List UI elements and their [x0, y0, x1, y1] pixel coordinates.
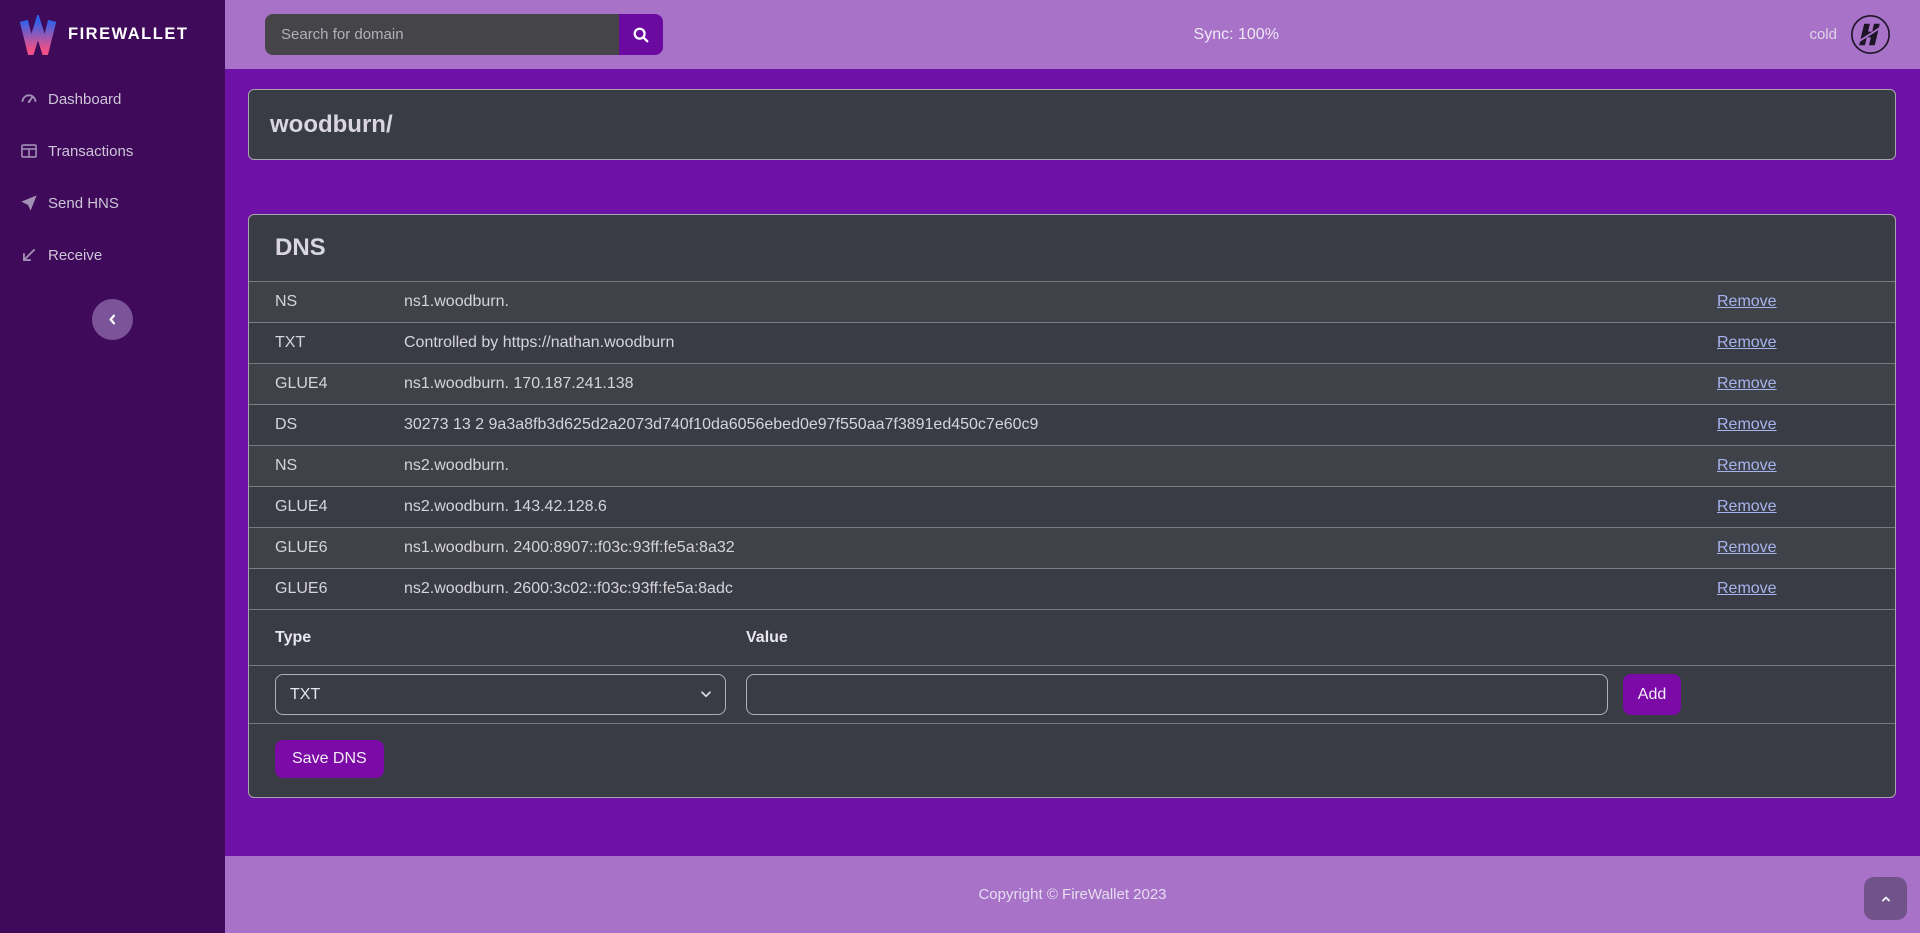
- dns-record-row: NS ns1.woodburn. Remove: [249, 282, 1895, 323]
- chevron-up-icon: [1879, 892, 1893, 906]
- dns-add-record-form: TXT Add: [249, 666, 1895, 724]
- dns-card: DNS NS ns1.woodburn. Remove TXT Controll…: [248, 214, 1896, 798]
- search-button[interactable]: [619, 14, 663, 55]
- record-value: ns2.woodburn.: [404, 457, 1717, 475]
- dns-card-title: DNS: [249, 215, 1895, 281]
- record-value: ns1.woodburn.: [404, 293, 1717, 311]
- topbar: Sync: 100% cold: [225, 0, 1920, 69]
- search-input[interactable]: [265, 14, 619, 55]
- dns-record-row: GLUE6 ns2.woodburn. 2600:3c02::f03c:93ff…: [249, 569, 1895, 610]
- remove-record-link[interactable]: Remove: [1717, 457, 1799, 475]
- type-column-header: Type: [275, 629, 746, 647]
- record-type: GLUE4: [275, 375, 404, 393]
- record-type: NS: [275, 293, 404, 311]
- gauge-icon: [20, 90, 38, 108]
- record-value: Controlled by https://nathan.woodburn: [404, 334, 1717, 352]
- sidebar-item-label: Send HNS: [48, 195, 119, 212]
- record-type-select-wrap: TXT: [275, 674, 726, 715]
- app-root: FIREWALLET Dashboard: [0, 0, 1920, 933]
- scroll-to-top-button[interactable]: [1864, 877, 1907, 920]
- record-type: DS: [275, 416, 404, 434]
- record-value: ns2.woodburn. 2600:3c02::f03c:93ff:fe5a:…: [404, 580, 1717, 598]
- record-type-select[interactable]: TXT: [275, 674, 726, 715]
- remove-record-link[interactable]: Remove: [1717, 334, 1799, 352]
- page-title: woodburn/: [270, 111, 393, 139]
- wallet-status-group: cold: [1809, 14, 1891, 55]
- record-value-input[interactable]: [746, 674, 1608, 715]
- wallet-mode-label: cold: [1809, 26, 1837, 43]
- sidebar-item-dashboard[interactable]: Dashboard: [0, 73, 225, 125]
- sidebar-collapse-button[interactable]: [92, 299, 133, 340]
- save-dns-button[interactable]: Save DNS: [275, 740, 384, 778]
- table-icon: [20, 142, 38, 160]
- sidebar-item-label: Transactions: [48, 143, 133, 160]
- record-type: GLUE4: [275, 498, 404, 516]
- record-type: GLUE6: [275, 539, 404, 557]
- sidebar-item-label: Receive: [48, 247, 102, 264]
- remove-record-link[interactable]: Remove: [1717, 293, 1799, 311]
- sidebar-nav: Dashboard Transactions S: [0, 69, 225, 281]
- remove-record-link[interactable]: Remove: [1717, 498, 1799, 516]
- brand[interactable]: FIREWALLET: [0, 0, 225, 69]
- remove-record-link[interactable]: Remove: [1717, 580, 1799, 598]
- dns-record-row: GLUE6 ns1.woodburn. 2400:8907::f03c:93ff…: [249, 528, 1895, 569]
- record-value: ns1.woodburn. 170.187.241.138: [404, 375, 1717, 393]
- sidebar-item-send-hns[interactable]: Send HNS: [0, 177, 225, 229]
- sync-status: Sync: 100%: [1194, 26, 1279, 44]
- receive-arrow-icon: [20, 246, 38, 264]
- record-value: ns2.woodburn. 143.42.128.6: [404, 498, 1717, 516]
- firewallet-logo-icon: [18, 15, 58, 55]
- brand-name: FIREWALLET: [68, 25, 188, 44]
- sidebar-item-label: Dashboard: [48, 91, 121, 108]
- handshake-logo-icon[interactable]: [1850, 14, 1891, 55]
- remove-record-link[interactable]: Remove: [1717, 539, 1799, 557]
- dns-record-row: TXT Controlled by https://nathan.woodbur…: [249, 323, 1895, 364]
- dns-record-row: GLUE4 ns1.woodburn. 170.187.241.138 Remo…: [249, 364, 1895, 405]
- domain-card: woodburn/: [248, 89, 1896, 160]
- dns-record-row: GLUE4 ns2.woodburn. 143.42.128.6 Remove: [249, 487, 1895, 528]
- footer: Copyright © FireWallet 2023: [225, 856, 1920, 933]
- dns-record-row: DS 30273 13 2 9a3a8fb3d625d2a2073d740f10…: [249, 405, 1895, 446]
- record-type: NS: [275, 457, 404, 475]
- content-column: Sync: 100% cold woodburn/: [225, 0, 1920, 933]
- sidebar: FIREWALLET Dashboard: [0, 0, 225, 933]
- record-type: TXT: [275, 334, 404, 352]
- sidebar-item-transactions[interactable]: Transactions: [0, 125, 225, 177]
- main-content: woodburn/ DNS NS ns1.woodburn. Remove TX…: [225, 69, 1920, 856]
- remove-record-link[interactable]: Remove: [1717, 375, 1799, 393]
- record-value: 30273 13 2 9a3a8fb3d625d2a2073d740f10da6…: [404, 416, 1717, 434]
- record-value: ns1.woodburn. 2400:8907::f03c:93ff:fe5a:…: [404, 539, 1717, 557]
- dns-record-row: NS ns2.woodburn. Remove: [249, 446, 1895, 487]
- value-column-header: Value: [746, 629, 1799, 647]
- sidebar-item-receive[interactable]: Receive: [0, 229, 225, 281]
- send-icon: [20, 194, 38, 212]
- remove-record-link[interactable]: Remove: [1717, 416, 1799, 434]
- dns-records-table: NS ns1.woodburn. Remove TXT Controlled b…: [249, 281, 1895, 724]
- dns-form-header: Type Value: [249, 610, 1895, 666]
- add-record-button[interactable]: Add: [1623, 674, 1681, 715]
- copyright-text: Copyright © FireWallet 2023: [978, 886, 1166, 903]
- record-type: GLUE6: [275, 580, 404, 598]
- domain-search: [265, 14, 663, 55]
- chevron-left-icon: [105, 312, 120, 327]
- search-icon: [632, 26, 650, 44]
